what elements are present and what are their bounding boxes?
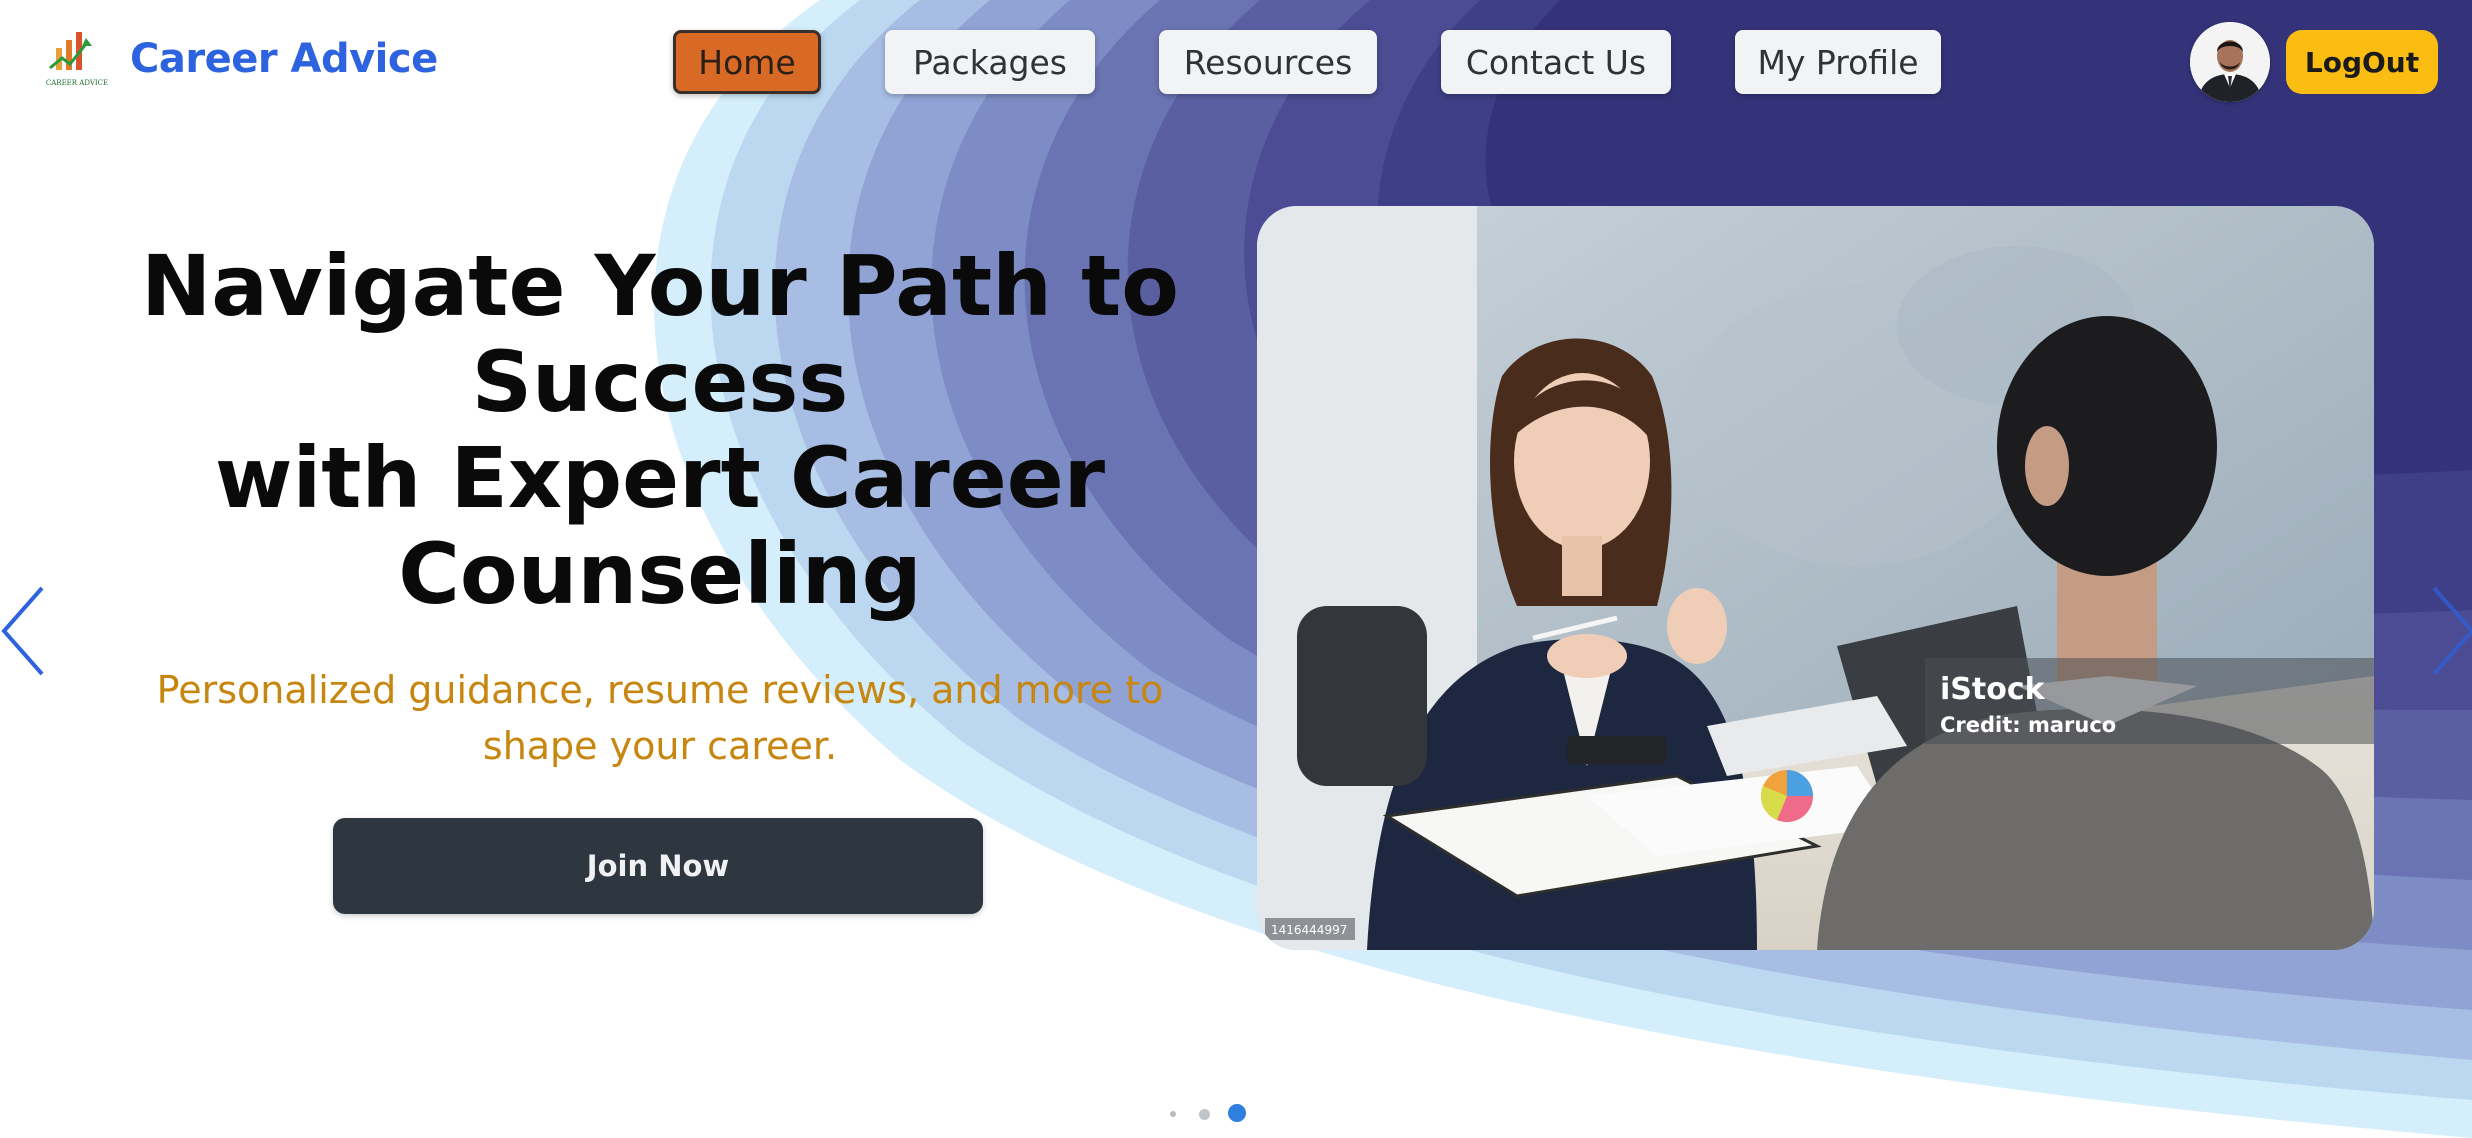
main-nav: Home Packages Resources Contact Us My Pr… [0, 30, 2472, 94]
nav-packages-button[interactable]: Packages [885, 30, 1095, 94]
hero-title-line3: with Expert Career [214, 429, 1106, 527]
hero-title-line2: Success [471, 333, 849, 431]
hero-subtitle: Personalized guidance, resume reviews, a… [110, 662, 1210, 774]
nav-resources-button[interactable]: Resources [1159, 30, 1377, 94]
watermark-brand: iStock [1940, 672, 2046, 707]
hero-title-line1: Navigate Your Path to [140, 237, 1180, 335]
watermark-credit: Credit: maruco [1940, 713, 2116, 737]
avatar-portrait-icon [2190, 22, 2270, 102]
hero-title-line4: Counseling [398, 525, 922, 623]
chevron-left-icon[interactable] [0, 584, 46, 678]
hero-subtitle-line1: Personalized guidance, resume reviews, a… [156, 668, 1164, 712]
hero-image: iStock Credit: maruco 1416444997 [1257, 206, 2374, 950]
hero-subtitle-line2: shape your career. [482, 724, 838, 768]
nav-my-profile-button[interactable]: My Profile [1735, 30, 1941, 94]
hero-title: Navigate Your Path to Success with Exper… [100, 238, 1220, 622]
logout-button[interactable]: LogOut [2286, 30, 2438, 94]
chevron-right-icon[interactable] [2430, 584, 2472, 678]
carousel-indicators [0, 1104, 2472, 1124]
carousel-dot-2[interactable] [1199, 1109, 1210, 1120]
stock-id: 1416444997 [1271, 923, 1347, 937]
user-avatar[interactable] [2190, 22, 2270, 102]
carousel-dot-1[interactable] [1170, 1111, 1176, 1117]
nav-home-button[interactable]: Home [673, 30, 821, 94]
join-now-button[interactable]: Join Now [333, 818, 983, 914]
nav-contact-us-button[interactable]: Contact Us [1441, 30, 1671, 94]
carousel-dot-3-active[interactable] [1228, 1104, 1246, 1122]
